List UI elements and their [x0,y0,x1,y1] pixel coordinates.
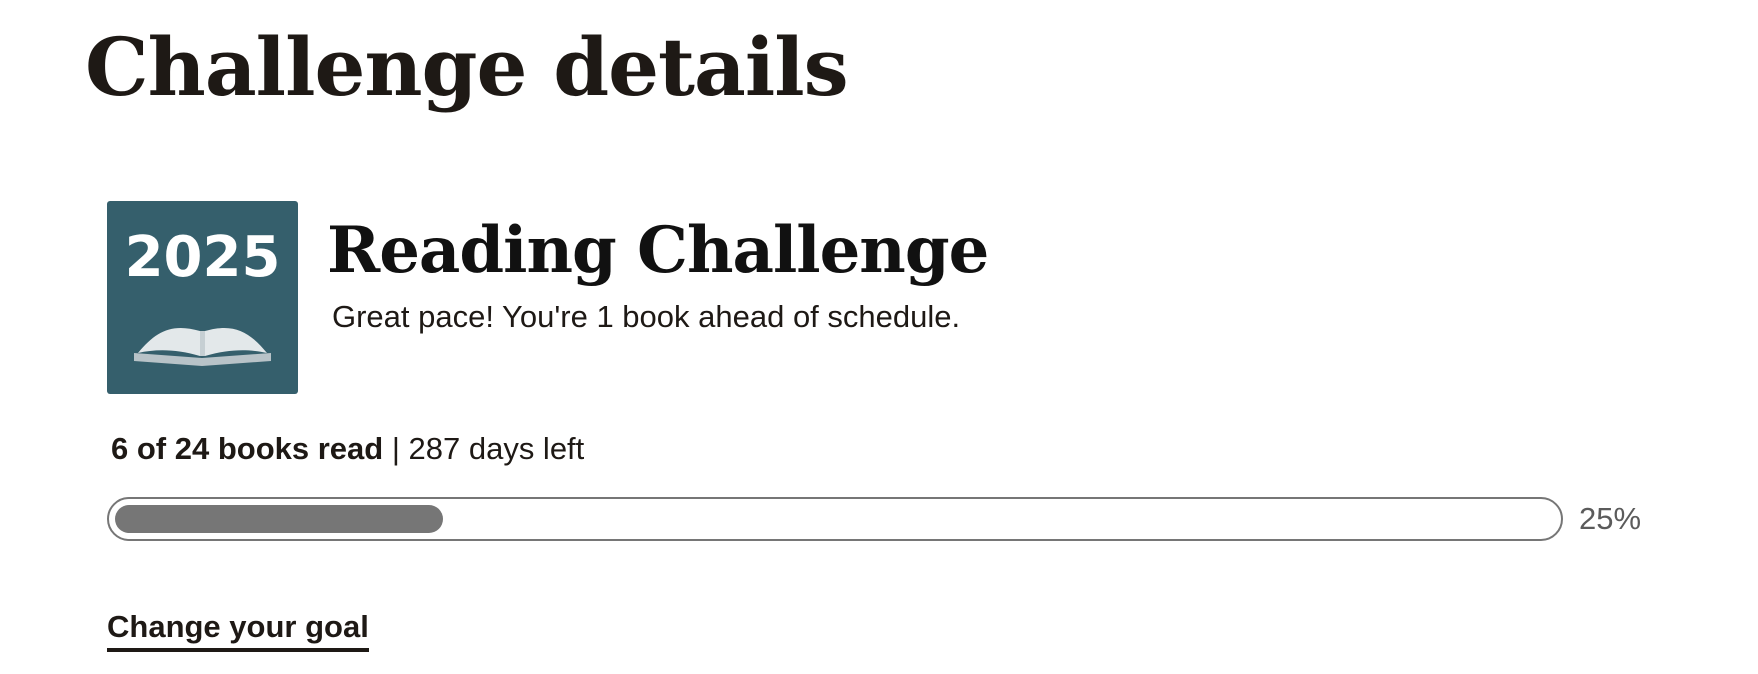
challenge-badge: 2025 [107,201,298,394]
progress-summary: 6 of 24 books read | 287 days left [111,430,584,468]
summary-separator: | [383,431,409,466]
pace-message: Great pace! You're 1 book ahead of sched… [332,299,961,334]
change-goal-link[interactable]: Change your goal [107,608,369,652]
days-left: 287 days left [408,431,585,466]
badge-year: 2025 [124,225,281,290]
books-read-count: 6 of 24 books read [111,431,384,466]
open-book-icon [134,327,271,366]
challenge-title: Reading Challenge [327,213,989,288]
page-title: Challenge details [85,20,849,114]
progress-bar [107,497,1563,541]
progress-percent: 25% [1579,501,1642,536]
progress-bar-fill [115,505,443,533]
